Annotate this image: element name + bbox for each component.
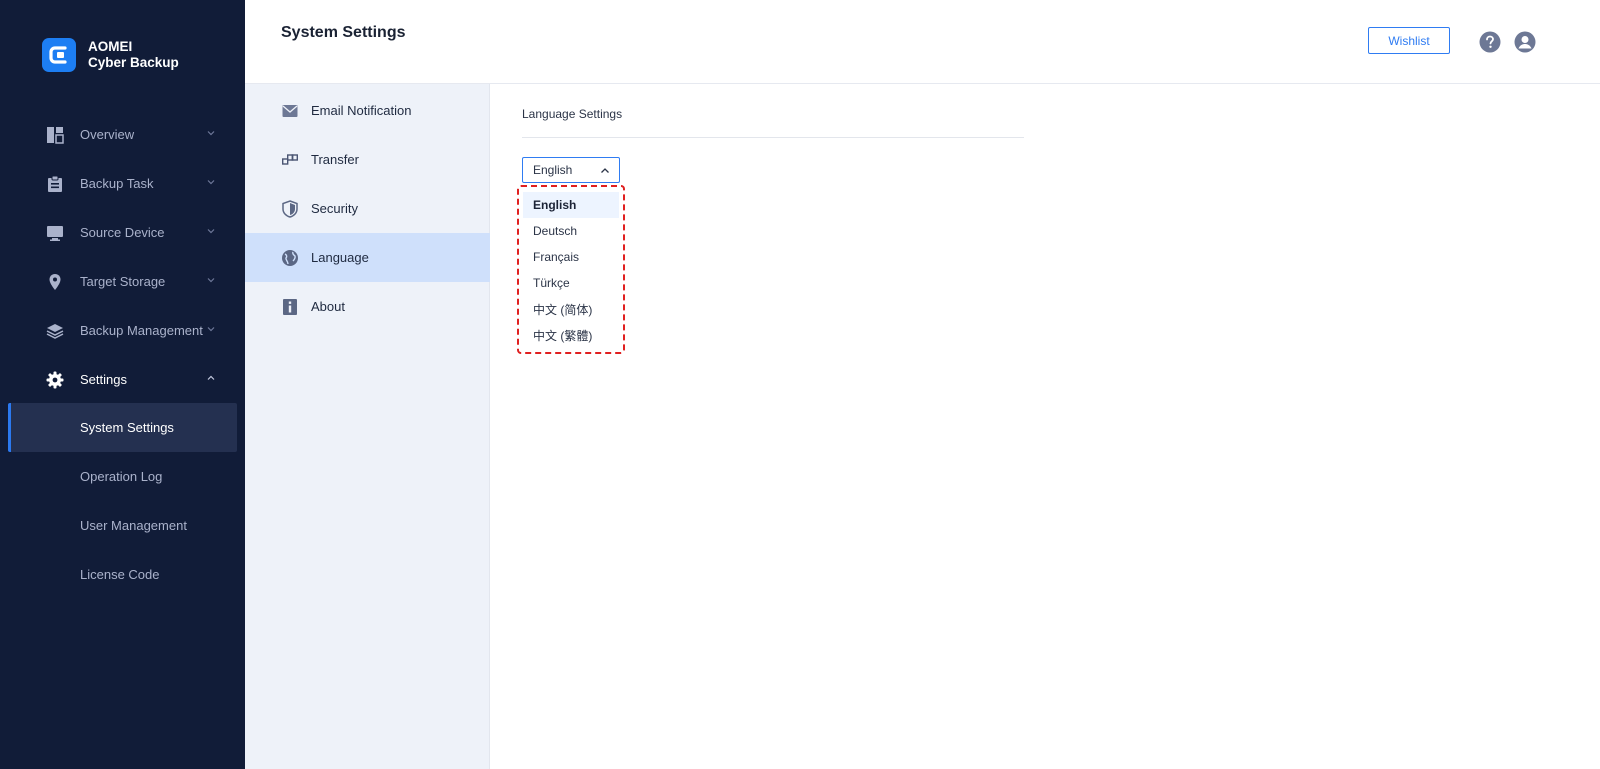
chevron-up-icon [601, 168, 609, 173]
settings-submenu: Email Notification Transfer Security Lan… [245, 84, 490, 769]
submenu-item-security[interactable]: Security [245, 184, 490, 233]
chevron-up-icon [207, 375, 215, 380]
user-avatar-icon[interactable] [1514, 31, 1536, 53]
language-option-english[interactable]: English [523, 192, 619, 218]
layers-icon [46, 322, 64, 340]
transfer-icon [281, 151, 299, 169]
language-option-francais[interactable]: Français [523, 244, 619, 270]
sidebar-item-system-settings[interactable]: System Settings [8, 403, 237, 452]
chevron-down-icon [207, 229, 215, 234]
sidebar-item-label: Target Storage [80, 274, 166, 289]
sidebar-item-label: Backup Task [80, 176, 154, 191]
sidebar-item-label: Backup Management [80, 323, 203, 338]
sidebar-item-backup-task[interactable]: Backup Task [0, 159, 245, 208]
brand-line-2: Cyber Backup [88, 55, 179, 70]
clipboard-icon [46, 175, 64, 193]
info-icon [281, 298, 299, 316]
language-dropdown-menu: English Deutsch Français Türkçe 中文 (简体) … [517, 185, 625, 354]
divider [522, 137, 1024, 138]
language-option-chinese-traditional[interactable]: 中文 (繁體) [523, 322, 619, 348]
language-select-value: English [533, 163, 573, 177]
monitor-icon [46, 224, 64, 242]
aomei-logo-icon [42, 38, 76, 72]
page-title: System Settings [281, 24, 406, 41]
submenu-item-email-notification[interactable]: Email Notification [245, 86, 490, 135]
shield-icon [281, 199, 299, 218]
brand-line-1: AOMEI [88, 39, 133, 54]
submenu-item-about[interactable]: About [245, 282, 490, 331]
submenu-item-transfer[interactable]: Transfer [245, 135, 490, 184]
submenu-item-label: Language [311, 250, 369, 265]
header: System Settings Wishlist [245, 0, 1600, 84]
sidebar-item-target-storage[interactable]: Target Storage [0, 257, 245, 306]
sidebar-item-overview[interactable]: Overview [0, 110, 245, 159]
section-title: Language Settings [522, 107, 623, 121]
chevron-down-icon [207, 278, 215, 283]
language-option-deutsch[interactable]: Deutsch [523, 218, 619, 244]
globe-icon [281, 249, 299, 267]
sidebar-item-source-device[interactable]: Source Device [0, 208, 245, 257]
wishlist-button[interactable]: Wishlist [1368, 27, 1450, 54]
language-select[interactable]: English [522, 157, 620, 183]
submenu-item-label: Security [311, 201, 358, 216]
chevron-down-icon [207, 327, 215, 332]
language-option-chinese-simplified[interactable]: 中文 (简体) [523, 296, 619, 322]
chevron-down-icon [207, 131, 215, 136]
sidebar: AOMEI Cyber Backup Overview Backup Task … [0, 0, 245, 769]
submenu-item-label: Email Notification [311, 103, 412, 118]
sidebar-item-backup-management[interactable]: Backup Management [0, 306, 245, 355]
sidebar-item-user-management[interactable]: User Management [8, 501, 237, 550]
brand[interactable]: AOMEI Cyber Backup [42, 38, 179, 72]
question-circle-icon[interactable] [1479, 31, 1501, 53]
sidebar-item-label: Overview [80, 127, 135, 142]
chevron-down-icon [207, 180, 215, 185]
sidebar-item-settings[interactable]: Settings [0, 355, 245, 404]
sidebar-item-operation-log[interactable]: Operation Log [8, 452, 237, 501]
language-settings-panel: Language Settings English English Deutsc… [490, 84, 1600, 769]
sidebar-item-license-code[interactable]: License Code [8, 550, 237, 599]
submenu-item-label: About [311, 299, 345, 314]
gear-icon [46, 371, 64, 389]
sidebar-item-label: Settings [80, 372, 127, 387]
submenu-item-label: Transfer [311, 152, 359, 167]
submenu-item-language[interactable]: Language [245, 233, 490, 282]
location-pin-icon [46, 273, 64, 291]
envelope-icon [281, 102, 299, 120]
dashboard-icon [46, 126, 64, 144]
sidebar-item-label: Source Device [80, 225, 165, 240]
language-option-turkce[interactable]: Türkçe [523, 270, 619, 296]
